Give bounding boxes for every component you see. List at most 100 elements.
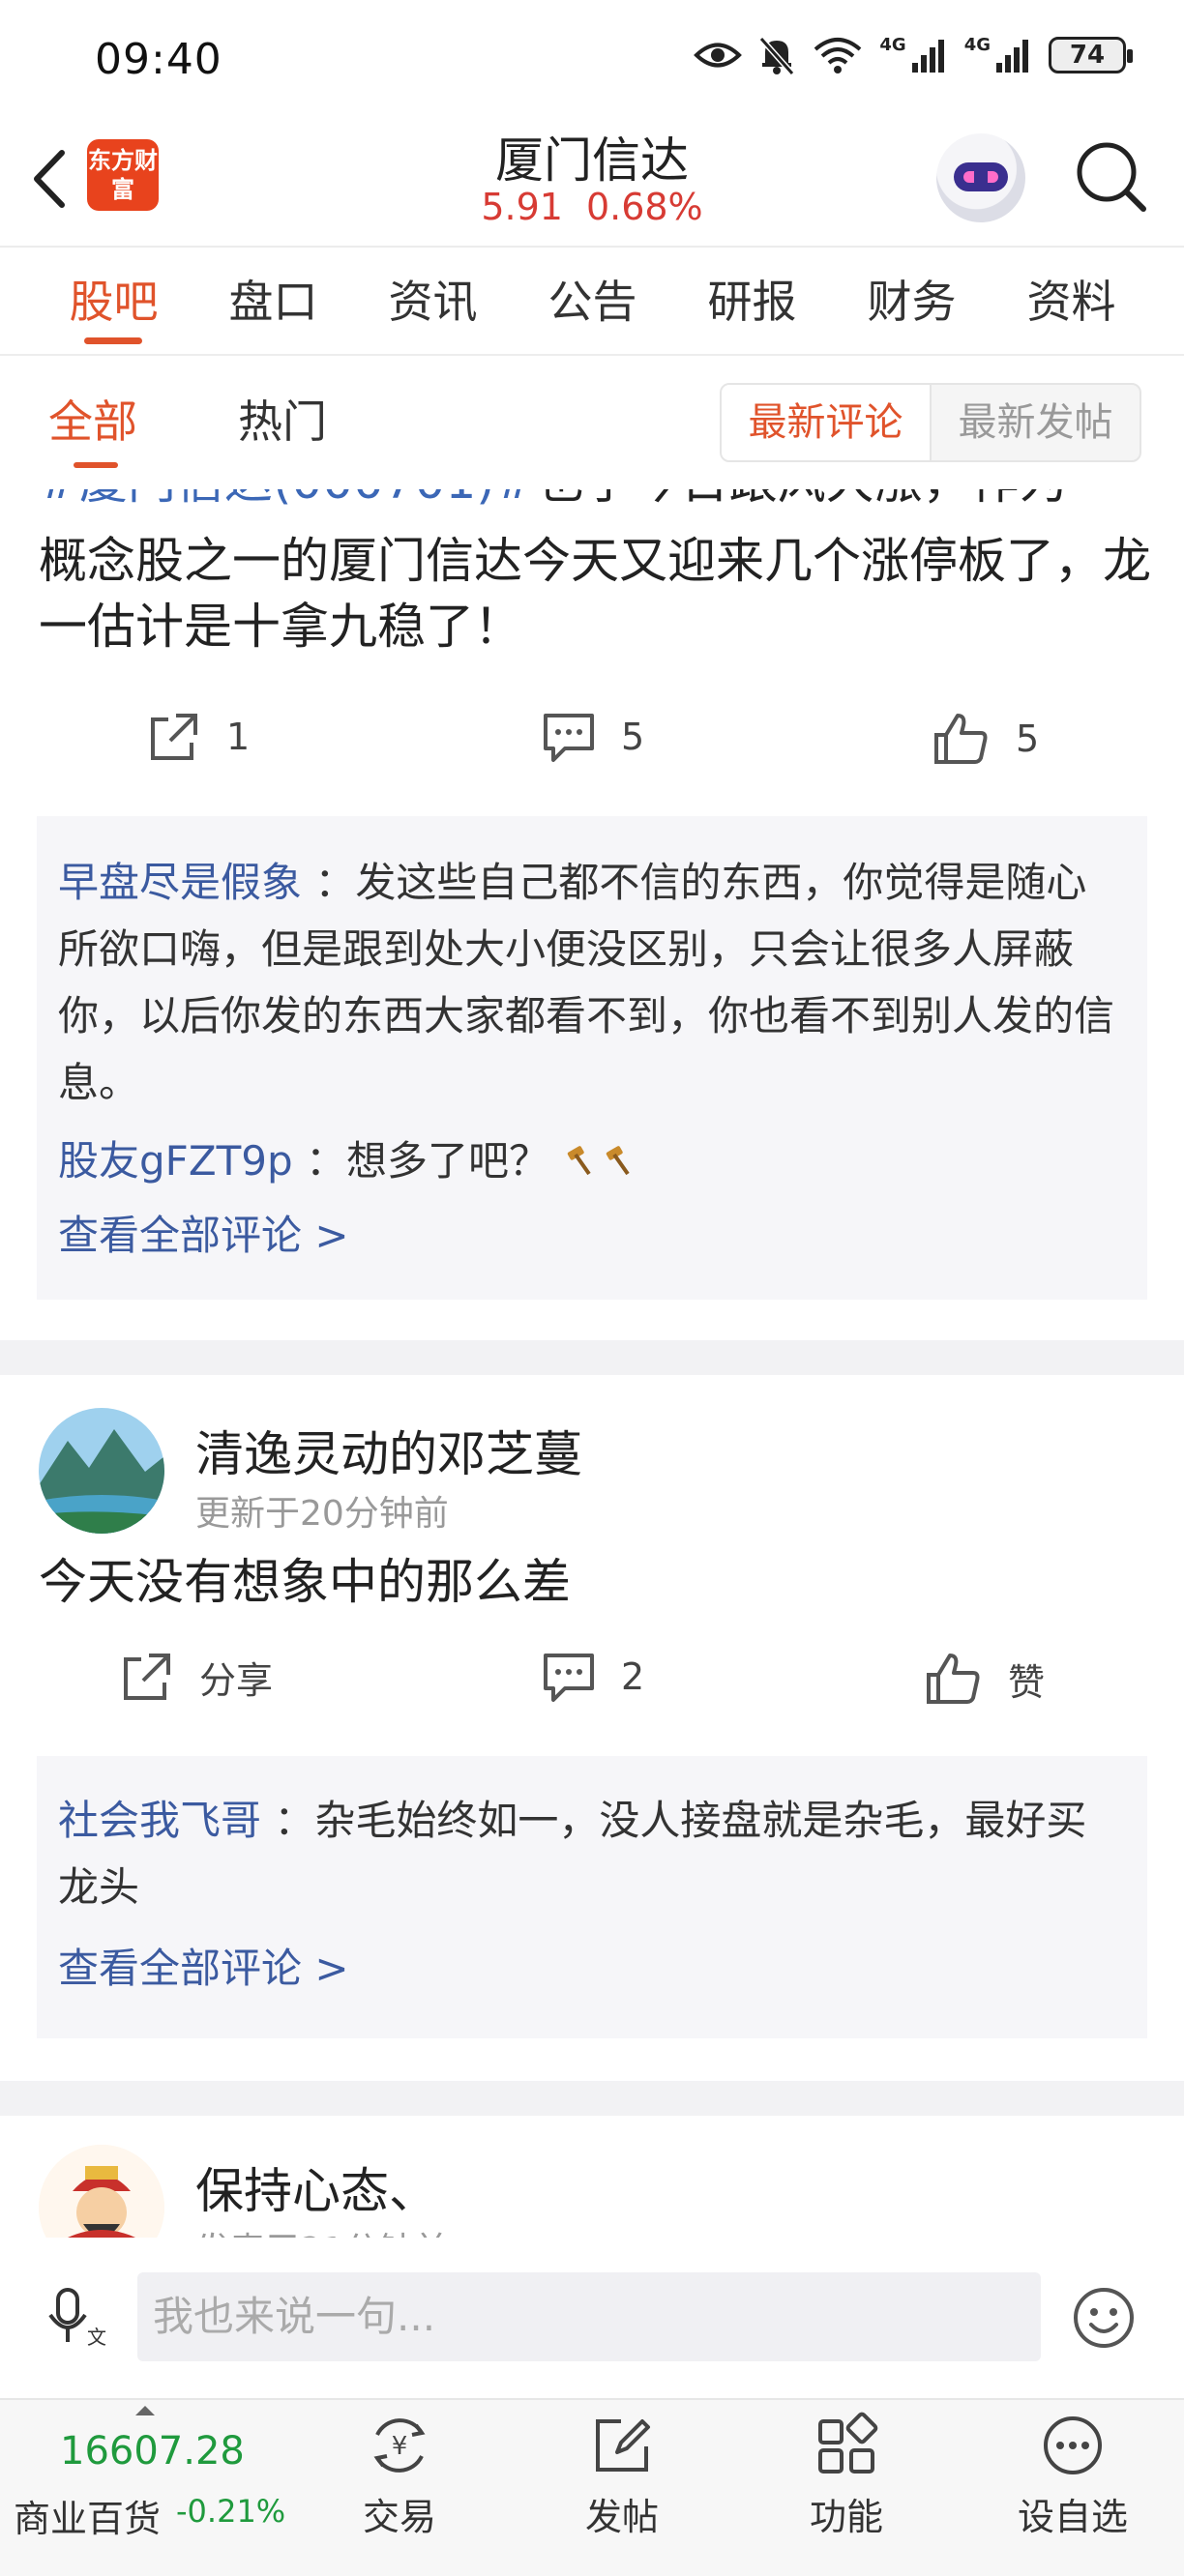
post1-like-count: 5 <box>1016 717 1040 760</box>
post1-text[interactable]: 概念股之一的厦门信达今天又迎来几个涨停板了，龙一估计是十拿九稳了！ <box>39 528 1151 659</box>
trade-yen-icon: ¥ <box>373 2418 426 2473</box>
post2-text[interactable]: 今天没有想象中的那么差 <box>39 1549 1151 1615</box>
status-bar: 09:40 4G 4G 74 <box>0 0 1184 116</box>
status-time: 09:40 <box>95 35 222 84</box>
svg-text:¥: ¥ <box>392 2432 408 2461</box>
post3-author[interactable]: 保持心态、 <box>195 2152 437 2222</box>
emoji-icon[interactable] <box>1072 2286 1136 2350</box>
tab-guba[interactable]: 股吧 <box>34 248 193 354</box>
comment-user[interactable]: 早盘尽是假象 <box>58 859 302 906</box>
post1-share-button[interactable]: 1 <box>147 710 250 764</box>
post3-time: 发表于21分钟前 <box>195 2222 449 2238</box>
network-type-2: 4G <box>963 35 991 55</box>
nav-post[interactable]: 发帖 <box>540 2412 704 2540</box>
eye-icon <box>694 43 743 68</box>
signal-icon-2 <box>996 40 1028 73</box>
sort-latest-comment[interactable]: 最新评论 <box>722 385 932 460</box>
post2-avatar[interactable] <box>39 1408 164 1534</box>
nav-watchlist-label: 设自选 <box>1017 2496 1128 2538</box>
share-icon <box>151 714 197 760</box>
post2-comment-count: 2 <box>621 1655 645 1698</box>
post1-view-all-comments[interactable]: 查看全部评论 > <box>58 1203 349 1262</box>
comment-icon <box>544 1654 594 1702</box>
post2-view-all-comments[interactable]: 查看全部评论 > <box>58 1936 349 1995</box>
post2-comments-box: 社会我飞哥 ：杂毛始终如一，没人接盘就是杂毛，最好买龙头 查看全部评论 > <box>37 1756 1147 2038</box>
sector-index-name[interactable]: 商业百货 <box>14 2489 161 2542</box>
tab-research[interactable]: 研报 <box>672 248 832 354</box>
post3-avatar[interactable] <box>39 2145 164 2238</box>
tab-pankou[interactable]: 盘口 <box>193 248 353 354</box>
robot-assistant-icon[interactable] <box>936 133 1025 222</box>
post1-actions: 1 5 5 <box>0 710 1184 797</box>
post2-time: 更新于20分钟前 <box>195 1494 449 1534</box>
post2-comment-1[interactable]: 社会我飞哥 ：杂毛始终如一，没人接盘就是杂毛，最好买龙头 <box>58 1787 1126 1920</box>
post-feed: #厦门信达(000701)#也于今日跟风大涨，作为 概念股之一的厦门信达今天又迎… <box>0 489 1184 2238</box>
share-icon <box>124 1654 170 1700</box>
main-tabs: 股吧 盘口 资讯 公告 研报 财务 资料 <box>0 248 1184 356</box>
tab-announcements[interactable]: 公告 <box>513 248 672 354</box>
nav-functions-label: 功能 <box>809 2496 883 2538</box>
stock-header: 东方财富 厦门信达 5.91 0.68% <box>0 116 1184 248</box>
sub-tabs: 全部 热门 最新评论 最新发帖 <box>0 358 1184 489</box>
sector-index-value[interactable]: 16607.28 <box>60 2429 245 2474</box>
search-icon[interactable] <box>1072 137 1149 215</box>
mute-bell-icon <box>759 37 795 75</box>
post2-share-label: 分享 <box>199 1658 274 1702</box>
tab-profile[interactable]: 资料 <box>992 248 1151 354</box>
post2-like-label: 赞 <box>1008 1660 1046 1704</box>
nav-post-label: 发帖 <box>584 2496 659 2538</box>
post2-like-button[interactable]: 赞 <box>925 1650 1045 1708</box>
post1-comments-box: 早盘尽是假象 ：发这些自己都不信的东西，你觉得是随心所欲口嗨，但是跟到处大小便没… <box>37 816 1147 1300</box>
post-divider <box>0 1340 1184 1375</box>
post1-comment-1[interactable]: 早盘尽是假象 ：发这些自己都不信的东西，你觉得是随心所欲口嗨，但是跟到处大小便没… <box>58 849 1126 1116</box>
nav-trade[interactable]: ¥ 交易 <box>317 2412 482 2540</box>
nav-watchlist[interactable]: 设自选 <box>991 2412 1155 2540</box>
nav-trade-label: 交易 <box>362 2496 436 2538</box>
post1-comment-count: 5 <box>621 716 645 758</box>
tab-finance[interactable]: 财务 <box>832 248 992 354</box>
grid-apps-icon <box>818 2412 878 2474</box>
post1-comment-2[interactable]: 股友gFZT9p ：想多了吧？ <box>58 1127 1126 1194</box>
status-icons: 4G 4G 74 <box>694 35 1133 75</box>
comment-input[interactable]: 我也来说一句... <box>137 2272 1041 2361</box>
comment-icon <box>544 714 594 762</box>
post1-cut-line: #厦门信达(000701)#也于今日跟风大涨，作为 <box>39 489 1068 514</box>
sort-latest-post[interactable]: 最新发帖 <box>932 385 1140 460</box>
stock-change: 0.68% <box>585 186 703 228</box>
network-type-1: 4G <box>879 35 906 55</box>
thumbs-up-icon <box>934 714 988 764</box>
post-divider <box>0 2081 1184 2116</box>
post1-comment-button[interactable]: 5 <box>542 710 644 764</box>
subtab-hot[interactable]: 热门 <box>238 387 327 451</box>
post2-actions: 分享 2 赞 <box>0 1650 1184 1737</box>
stock-price: 5.91 <box>481 186 563 228</box>
bottom-nav: 16607.28 商业百货 -0.21% ¥ 交易 发帖 功能 设自选 <box>0 2398 1184 2576</box>
thumbs-up-icon <box>927 1654 980 1704</box>
nav-functions[interactable]: 功能 <box>764 2412 929 2540</box>
comment-text: ：想多了吧？ <box>306 1137 550 1185</box>
tab-news[interactable]: 资讯 <box>353 248 513 354</box>
comment-user[interactable]: 股友gFZT9p <box>58 1137 293 1185</box>
signal-icon-1 <box>911 40 944 73</box>
post1-stock-link[interactable]: #厦门信达(000701)# <box>39 489 536 510</box>
post1-like-button[interactable]: 5 <box>932 710 1039 768</box>
svg-text:文: 文 <box>87 2326 106 2349</box>
comment-user[interactable]: 社会我飞哥 <box>58 1797 261 1844</box>
sector-index-change: -0.21% <box>176 2493 286 2530</box>
wifi-icon <box>814 38 862 73</box>
post2-share-button[interactable]: 分享 <box>120 1650 273 1704</box>
post1-share-count: 1 <box>226 716 251 758</box>
sort-toggle: 最新评论 最新发帖 <box>720 383 1141 462</box>
post2-author[interactable]: 清逸灵动的邓芝蔓 <box>195 1416 582 1485</box>
battery-icon: 74 <box>1049 37 1133 73</box>
comment-input-bar: 文 我也来说一句... <box>0 2238 1184 2398</box>
battery-level: 74 <box>1069 41 1106 70</box>
subtab-all[interactable]: 全部 <box>48 387 137 468</box>
more-dots-icon <box>1044 2416 1102 2474</box>
voice-input-icon[interactable]: 文 <box>44 2284 112 2352</box>
post1-cut-rest: 也于今日跟风大涨，作为 <box>536 489 1068 510</box>
compose-icon <box>596 2419 650 2472</box>
hammer-emoji-icon <box>568 1145 631 1175</box>
post2-comment-button[interactable]: 2 <box>542 1650 644 1704</box>
expand-caret-icon[interactable] <box>135 2406 155 2415</box>
